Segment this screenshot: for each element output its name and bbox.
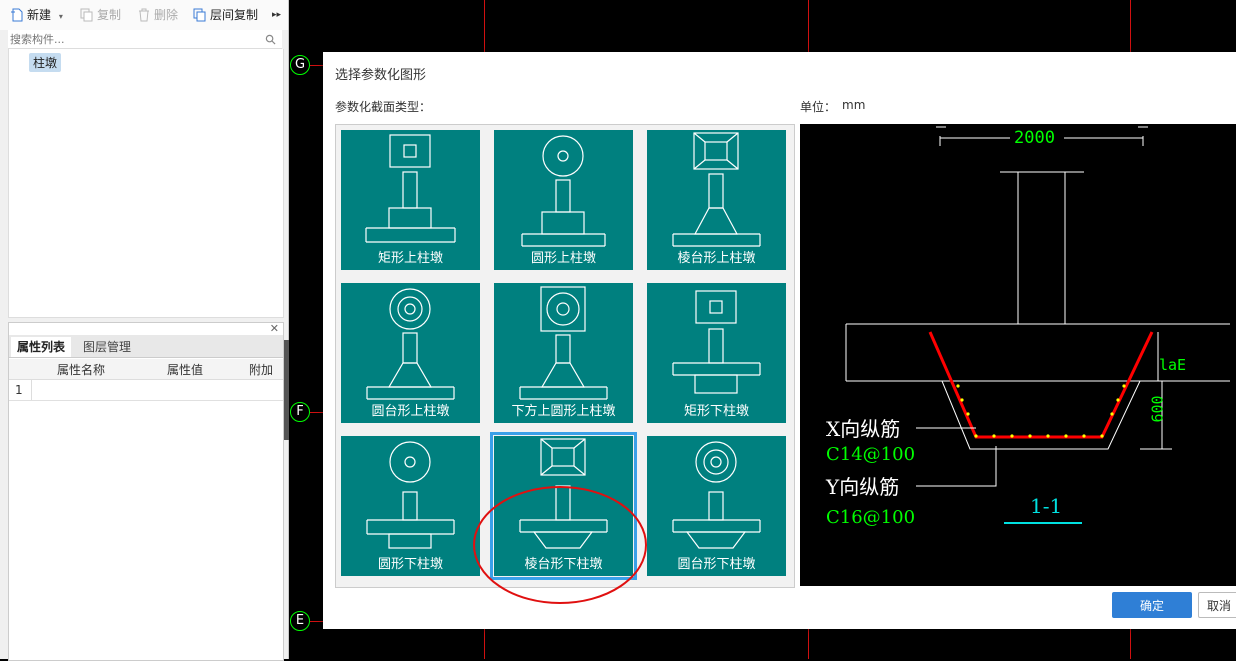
floor-copy-icon bbox=[193, 8, 206, 21]
delete-label: 删除 bbox=[154, 8, 179, 22]
grid-line bbox=[310, 65, 323, 66]
more-button[interactable]: ▸▸ bbox=[272, 6, 281, 24]
tile-circle-upper-pier[interactable]: 圆形上柱墩 bbox=[494, 130, 633, 270]
tree-item-column-pier[interactable]: 柱墩 bbox=[29, 53, 62, 72]
tile-circle-lower-pier[interactable]: 圆形下柱墩 bbox=[341, 436, 480, 576]
tile-rect-upper-pier[interactable]: 矩形上柱墩 bbox=[341, 130, 480, 270]
grid-line bbox=[310, 621, 323, 622]
search-icon[interactable] bbox=[265, 34, 276, 45]
tile-label: 圆形上柱墩 bbox=[530, 251, 596, 266]
col-attr-name: 属性名称 bbox=[57, 363, 106, 377]
properties-tabs: 属性列表 图层管理 bbox=[9, 335, 283, 358]
parametric-shape-dialog: 选择参数化图形 参数化截面类型： 单位： mm 矩形上柱墩 圆形上柱墩 棱台形上… bbox=[323, 52, 1236, 629]
grid-line bbox=[808, 0, 809, 52]
dimension-top: 2000 bbox=[1014, 128, 1055, 148]
axis-f-marker: F bbox=[290, 402, 310, 422]
tile-label: 矩形下柱墩 bbox=[683, 404, 749, 419]
tile-label: 矩形上柱墩 bbox=[377, 251, 443, 266]
dimension-lae: laE bbox=[1159, 356, 1187, 374]
tile-label: 圆形下柱墩 bbox=[377, 557, 443, 572]
dialog-title: 选择参数化图形 bbox=[335, 68, 427, 83]
table-row[interactable]: 1 bbox=[9, 380, 283, 401]
properties-panel: ✕ 属性列表 图层管理 属性名称 属性值 附加 1 bbox=[8, 322, 284, 661]
section-type-label: 参数化截面类型： bbox=[335, 100, 432, 114]
unit-value: mm bbox=[842, 98, 866, 112]
delete-button[interactable]: 删除 bbox=[137, 6, 178, 24]
tab-attributes[interactable]: 属性列表 bbox=[11, 337, 72, 357]
highlight-circle-annotation bbox=[473, 486, 647, 604]
cancel-button[interactable]: 取消 bbox=[1198, 592, 1236, 618]
unit-label: 单位： bbox=[800, 100, 837, 114]
section-mark: 1-1 bbox=[1030, 494, 1063, 518]
row-number: 1 bbox=[15, 383, 23, 397]
dropdown-arrow-icon[interactable]: ▾ bbox=[59, 12, 63, 21]
tile-frustum-upper-pier[interactable]: 棱台形上柱墩 bbox=[647, 130, 786, 270]
close-icon[interactable]: ✕ bbox=[270, 322, 279, 335]
tile-rect-lower-pier[interactable]: 矩形下柱墩 bbox=[647, 283, 786, 423]
tile-round-frustum-upper-pier[interactable]: 圆台形上柱墩 bbox=[341, 283, 480, 423]
tile-label: 圆台形下柱墩 bbox=[677, 557, 756, 572]
tile-round-frustum-lower-pier[interactable]: 圆台形下柱墩 bbox=[647, 436, 786, 576]
y-rebar-value: C16@100 bbox=[826, 507, 916, 528]
floor-copy-button[interactable]: 层间复制 bbox=[193, 6, 258, 24]
rebar-dots bbox=[956, 384, 1126, 438]
search-input[interactable] bbox=[10, 31, 260, 47]
dimension-depth: 600 bbox=[1148, 395, 1167, 423]
copy-icon bbox=[80, 8, 93, 21]
search-box bbox=[8, 30, 282, 49]
x-rebar-value: C14@100 bbox=[826, 444, 916, 465]
grid-line bbox=[808, 629, 809, 659]
grid-line bbox=[1130, 0, 1131, 52]
grid-line bbox=[484, 0, 485, 52]
tile-label: 棱台形上柱墩 bbox=[677, 251, 756, 266]
left-panel: 新建 ▾ 复制 删除 层间复制 ▸▸ 柱墩 ✕ 属性列表 图层管理 属性名称 属… bbox=[0, 0, 289, 661]
x-rebar-label: X向纵筋 bbox=[826, 417, 901, 441]
row-divider bbox=[31, 380, 32, 400]
floor-copy-label: 层间复制 bbox=[210, 8, 259, 22]
grid-line bbox=[1130, 629, 1131, 659]
grid-line bbox=[310, 412, 323, 413]
copy-button[interactable]: 复制 bbox=[80, 6, 121, 24]
tile-label: 下方上圆形上柱墩 bbox=[511, 404, 616, 419]
property-grid-header: 属性名称 属性值 附加 bbox=[9, 359, 283, 380]
col-extra: 附加 bbox=[249, 363, 274, 377]
component-tree: 柱墩 bbox=[8, 49, 284, 318]
ok-button[interactable]: 确定 bbox=[1112, 592, 1192, 618]
section-preview: 2000 laE 600 X向纵筋 C14@100 Y向纵筋 C16@100 1… bbox=[800, 124, 1236, 586]
axis-g-marker: G bbox=[290, 55, 310, 75]
y-rebar-label: Y向纵筋 bbox=[826, 475, 900, 499]
col-attr-value: 属性值 bbox=[167, 363, 204, 377]
panel-splitter[interactable] bbox=[284, 340, 289, 440]
tile-square-base-round-upper-pier[interactable]: 下方上圆形上柱墩 bbox=[494, 283, 633, 423]
tab-layer-management[interactable]: 图层管理 bbox=[77, 337, 137, 357]
axis-e-marker: E bbox=[290, 611, 310, 631]
trash-icon bbox=[139, 8, 149, 21]
new-file-icon bbox=[11, 8, 23, 21]
copy-label: 复制 bbox=[97, 8, 122, 22]
component-toolbar: 新建 ▾ 复制 删除 层间复制 ▸▸ bbox=[0, 0, 288, 30]
new-label: 新建 bbox=[27, 8, 52, 22]
grid-line bbox=[484, 629, 485, 659]
new-button[interactable]: 新建 ▾ bbox=[10, 6, 63, 24]
tile-label: 圆台形上柱墩 bbox=[371, 404, 450, 419]
